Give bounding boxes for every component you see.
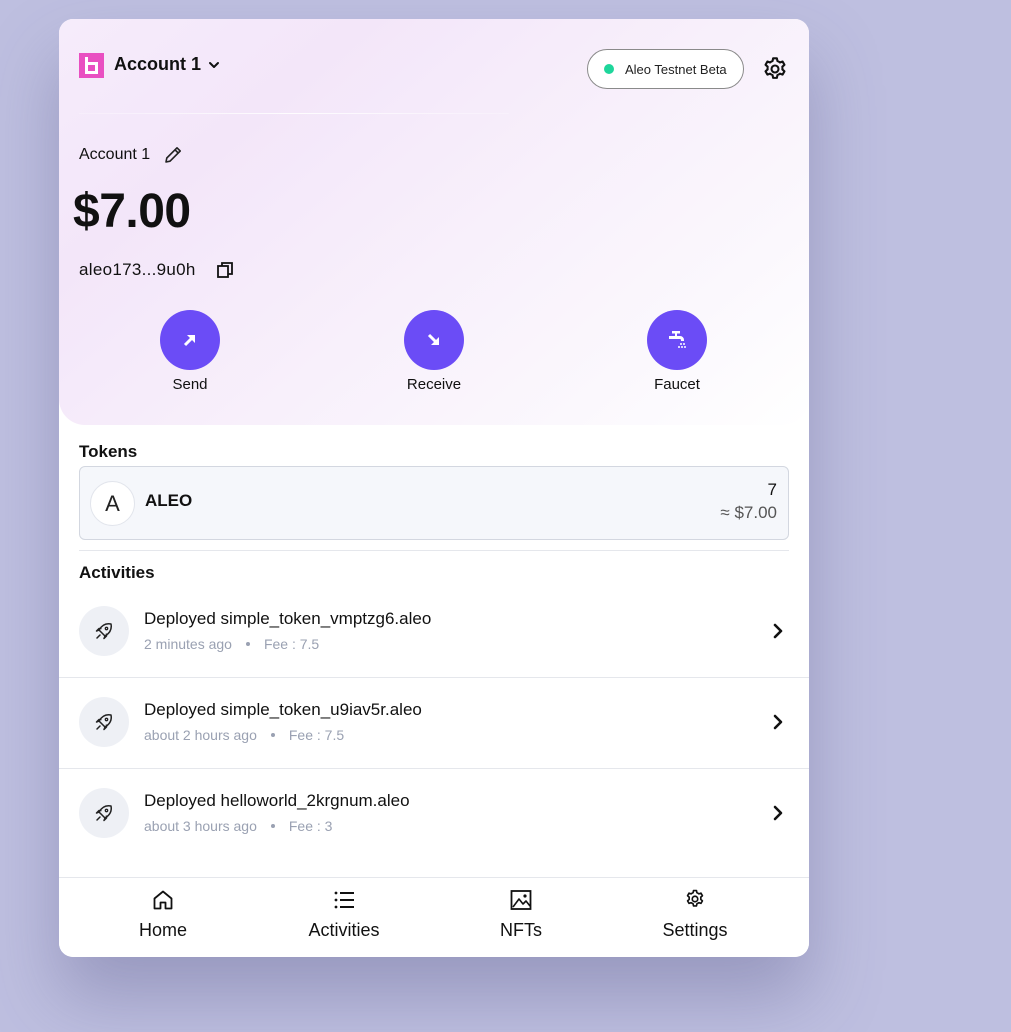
network-label: Aleo Testnet Beta [625,61,727,77]
activity-fee: Fee : 7.5 [288,727,345,743]
send-icon-circle [160,310,220,370]
tokens-title: Tokens [79,442,138,461]
account-balance: $7.00 [73,185,191,238]
header-divider [79,113,509,114]
activity-meta: 2 minutes ago Fee : 7.5 [144,636,319,652]
account-switcher[interactable]: Account 1 [114,54,221,75]
activity-item[interactable]: Deployed simple_token_u9iav5r.aleo about… [59,678,809,769]
nav-home-label: Home [138,920,187,940]
settings-gear-icon[interactable] [761,55,789,83]
faucet-icon-circle [647,310,707,370]
account-hero: Account 1 Aleo Testnet Beta Account 1 $7… [59,19,809,425]
activity-time: about 3 hours ago [144,818,257,834]
nav-activities[interactable]: Activities [295,888,393,941]
activity-time: 2 minutes ago [144,636,232,652]
activity-icon-circle [79,697,129,747]
activities-title: Activities [79,563,155,582]
arrow-up-right-icon [183,334,196,347]
activity-icon-circle [79,606,129,656]
aleo-token-icon: A [90,481,135,526]
activity-item[interactable]: Deployed helloworld_2krgnum.aleo about 3… [59,769,809,860]
copy-icon[interactable] [216,261,234,279]
arrow-down-right-icon [427,333,440,346]
account-address: aleo173...9u0h [79,260,196,279]
home-icon [153,890,173,910]
activity-meta: about 3 hours ago Fee : 3 [144,818,332,834]
token-row-aleo[interactable]: A ALEO 7 ≈ $7.00 [79,466,789,540]
network-status-dot [604,64,614,74]
account-label: Account 1 [79,146,151,163]
address-row: aleo173...9u0h [79,260,234,280]
activity-title: Deployed simple_token_u9iav5r.aleo [144,700,422,719]
nav-settings-label: Settings [662,920,728,940]
wallet-window: Account 1 Aleo Testnet Beta Account 1 $7… [59,19,809,957]
section-divider [79,550,789,551]
meta-separator [270,733,275,737]
token-symbol: ALEO [145,491,193,510]
activity-meta: about 2 hours ago Fee : 7.5 [144,727,344,743]
receive-button[interactable]: Receive [389,310,479,393]
account-label-row: Account 1 [79,144,184,166]
rocket-icon [95,714,112,731]
gear-icon [686,889,704,907]
activity-item[interactable]: Deployed simple_token_vmptzg6.aleo 2 min… [59,587,809,678]
token-usd-value: ≈ $7.00 [720,503,777,522]
chevron-down-icon [209,61,220,68]
activity-icon-circle [79,788,129,838]
activity-title: Deployed helloworld_2krgnum.aleo [144,791,410,810]
send-button[interactable]: Send [145,310,235,393]
faucet-label: Faucet [654,376,700,393]
network-selector[interactable]: Aleo Testnet Beta [587,49,744,89]
activity-fee: Fee : 3 [288,818,333,834]
meta-separator [245,642,250,646]
faucet-button[interactable]: Faucet [632,310,722,393]
receive-icon-circle [404,310,464,370]
token-amount: 7 [767,480,777,499]
nav-activities-label: Activities [308,920,380,940]
wallet-logo [79,53,104,78]
nav-nfts[interactable]: NFTs [487,888,555,941]
list-icon [334,891,354,909]
chevron-right-icon [773,714,783,730]
meta-separator [270,824,275,828]
account-switcher-label: Account 1 [114,54,202,74]
bottom-nav: Home Activities NFTs Settings [59,877,809,957]
activity-time: about 2 hours ago [144,727,257,743]
activity-title: Deployed simple_token_vmptzg6.aleo [144,609,432,628]
activity-fee: Fee : 7.5 [263,636,320,652]
chevron-right-icon [773,623,783,639]
receive-label: Receive [406,376,462,393]
pencil-icon[interactable] [162,144,184,166]
send-label: Send [172,376,208,393]
nav-home[interactable]: Home [123,888,203,941]
image-icon [510,890,532,910]
top-bar: Account 1 Aleo Testnet Beta [79,49,789,89]
rocket-icon [95,805,112,822]
nav-nfts-label: NFTs [500,920,542,940]
rocket-icon [95,623,112,640]
nav-settings[interactable]: Settings [649,888,741,941]
chevron-right-icon [773,805,783,821]
faucet-icon [669,331,686,348]
